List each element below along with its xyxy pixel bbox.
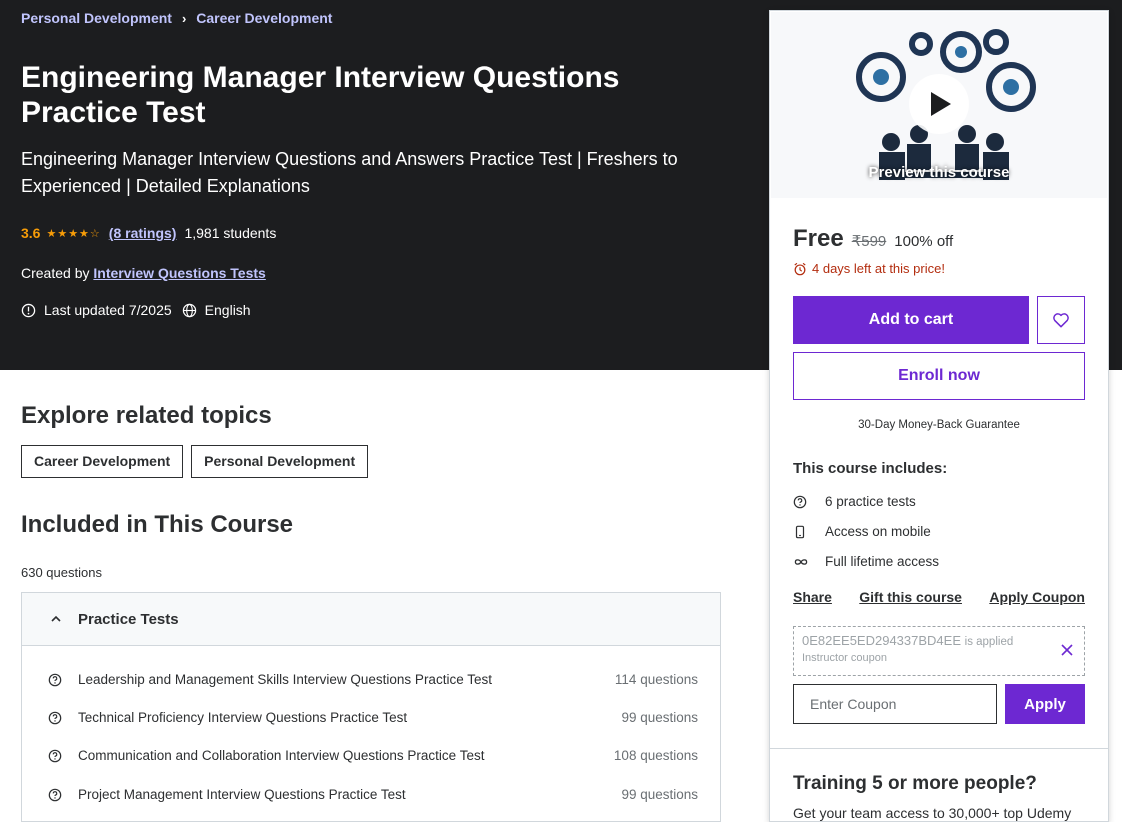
price-timer: 4 days left at this price!	[793, 261, 945, 276]
sidebar-links: Share Gift this course Apply Coupon	[793, 589, 1085, 605]
price-row: Free ₹599 100% off	[793, 225, 953, 253]
instructor-link[interactable]: Interview Questions Tests	[93, 265, 265, 281]
star-rating-icon: ★★★★☆	[46, 227, 101, 240]
question-count: 630 questions	[21, 565, 102, 580]
course-title: Engineering Manager Interview Questions …	[21, 61, 620, 129]
question-circle-icon	[793, 495, 807, 508]
breadcrumb-item-career-development[interactable]: Career Development	[196, 10, 332, 26]
test-question-count: 108 questions	[613, 748, 698, 763]
topic-personal-development[interactable]: Personal Development	[191, 445, 369, 478]
question-circle-icon	[48, 711, 62, 724]
test-name: Leadership and Management Skills Intervi…	[78, 672, 492, 687]
apply-coupon-link[interactable]: Apply Coupon	[989, 589, 1085, 605]
test-question-count: 99 questions	[621, 710, 698, 725]
apply-coupon-button[interactable]: Apply	[1005, 684, 1085, 724]
practice-tests-accordion: Practice Tests Leadership and Management…	[21, 592, 721, 822]
students-count: 1,981 students	[184, 225, 277, 241]
includes-title: This course includes:	[793, 460, 948, 477]
test-name: Project Management Interview Questions P…	[78, 787, 406, 802]
coupon-applied-text: is applied	[964, 636, 1014, 648]
enroll-now-button[interactable]: Enroll now	[793, 352, 1085, 400]
mobile-icon	[795, 525, 805, 538]
current-price: Free	[793, 225, 844, 252]
list-item[interactable]: Project Management Interview Questions P…	[48, 787, 698, 802]
coupon-input[interactable]	[793, 684, 997, 724]
test-question-count: 114 questions	[614, 672, 698, 687]
heart-icon	[1053, 313, 1069, 328]
accordion-title: Practice Tests	[78, 610, 179, 628]
divider	[770, 748, 1108, 749]
applied-coupon: 0E82EE5ED294337BD4EE is applied Instruct…	[793, 626, 1085, 676]
include-lifetime: Full lifetime access	[793, 554, 939, 569]
include-practice-tests: 6 practice tests	[793, 494, 916, 509]
list-item[interactable]: Technical Proficiency Interview Question…	[48, 710, 698, 725]
rating-row: 3.6 ★★★★☆ (8 ratings) 1,981 students	[21, 225, 276, 241]
related-topics-title: Explore related topics	[21, 402, 272, 429]
question-circle-icon	[48, 673, 62, 686]
coupon-code: 0E82EE5ED294337BD4EE	[802, 633, 962, 648]
course-preview-video[interactable]: Preview this course	[771, 12, 1107, 198]
alarm-clock-icon	[794, 262, 806, 275]
chevron-up-icon	[51, 615, 61, 622]
alert-clock-icon	[21, 303, 36, 317]
coupon-type: Instructor coupon	[802, 652, 887, 664]
test-name: Technical Proficiency Interview Question…	[78, 710, 408, 725]
gift-course-link[interactable]: Gift this course	[859, 589, 962, 605]
ratings-count-link[interactable]: (8 ratings)	[109, 225, 177, 241]
created-by: Created by Interview Questions Tests	[21, 265, 266, 281]
include-mobile: Access on mobile	[793, 524, 931, 539]
share-link[interactable]: Share	[793, 589, 832, 605]
accordion-header[interactable]: Practice Tests	[22, 593, 720, 646]
test-name: Communication and Collaboration Intervie…	[78, 748, 485, 763]
close-icon[interactable]	[1060, 643, 1074, 657]
test-question-count: 99 questions	[621, 787, 698, 802]
globe-icon	[182, 303, 196, 317]
include-text: Full lifetime access	[825, 554, 940, 569]
infinity-icon	[794, 558, 808, 565]
question-circle-icon	[48, 788, 62, 801]
breadcrumb: Personal Development › Career Developmen…	[21, 10, 332, 26]
related-topics: Career Development Personal Development	[21, 445, 369, 478]
created-by-label: Created by	[21, 265, 90, 281]
included-title: Included in This Course	[21, 511, 294, 538]
discount-percent: 100% off	[894, 233, 954, 250]
purchase-sidebar: Preview this course Free ₹599 100% off 4…	[769, 10, 1109, 822]
training-text: Get your team access to 30,000+ top Udem…	[793, 805, 1072, 821]
course-language: English	[204, 302, 251, 318]
add-to-cart-button[interactable]: Add to cart	[793, 296, 1029, 344]
last-updated: Last updated 7/2025	[44, 302, 172, 318]
topic-career-development[interactable]: Career Development	[21, 445, 184, 478]
wishlist-button[interactable]	[1037, 296, 1085, 344]
timer-text: 4 days left at this price!	[812, 261, 945, 276]
include-text: Access on mobile	[825, 524, 931, 539]
include-text: 6 practice tests	[825, 494, 916, 509]
list-item[interactable]: Communication and Collaboration Intervie…	[48, 748, 698, 763]
original-price: ₹599	[851, 233, 887, 250]
question-circle-icon	[48, 749, 62, 762]
coupon-code-line: 0E82EE5ED294337BD4EE is applied	[802, 633, 1076, 648]
course-meta: Last updated 7/2025 English	[21, 302, 251, 318]
training-title: Training 5 or more people?	[793, 773, 1037, 794]
course-subtitle: Engineering Manager Interview Questions …	[21, 149, 678, 196]
list-item[interactable]: Leadership and Management Skills Intervi…	[48, 672, 698, 687]
preview-label: Preview this course	[868, 164, 1010, 181]
money-back-guarantee: 30-Day Money-Back Guarantee	[858, 419, 1020, 431]
chevron-right-icon: ›	[181, 10, 187, 26]
breadcrumb-item-personal-development[interactable]: Personal Development	[21, 10, 172, 26]
rating-score: 3.6	[21, 225, 41, 241]
